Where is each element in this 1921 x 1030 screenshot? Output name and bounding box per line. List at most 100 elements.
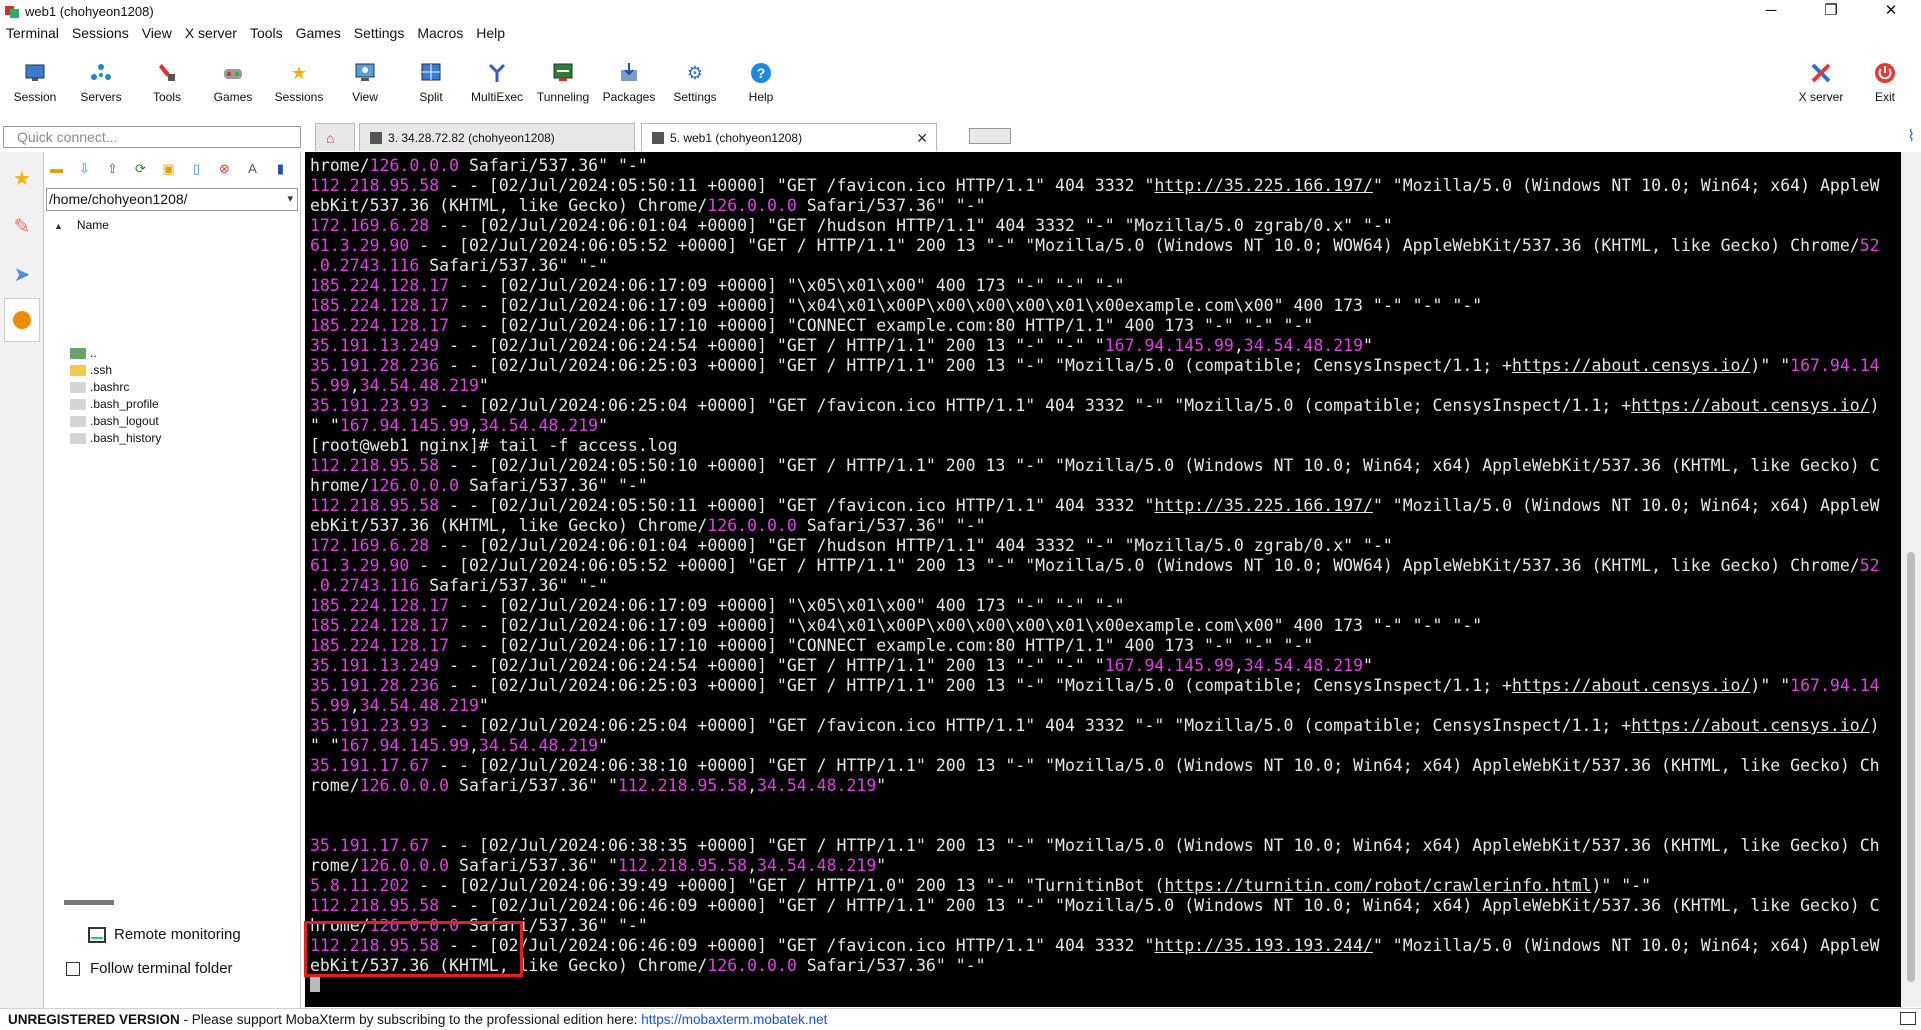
ip-address: 52 xyxy=(1859,556,1880,575)
file-item-bash-logout[interactable]: .bash_logout xyxy=(70,414,159,428)
terminal-tab-icon xyxy=(370,131,382,144)
menu-settings[interactable]: Settings xyxy=(354,25,405,41)
log-text: Safari/537.36" "-" xyxy=(796,516,986,535)
log-text: - - [02/Jul/2024:06:25:04 +0000] "GET /f… xyxy=(429,716,1632,735)
tab-session-5[interactable]: 5. web1 (chohyeon1208) ✕ xyxy=(641,123,937,151)
tab-bar: ⌂ 3. 34.28.72.82 (chohyeon1208) 5. web1 … xyxy=(305,122,1921,152)
sessions-button[interactable]: ★ Sessions xyxy=(266,62,332,112)
terminal-output: hrome/126.0.0.0 Safari/537.36" "-" 112.21… xyxy=(310,156,1880,976)
path-input[interactable]: /home/chohyeon1208/▾ xyxy=(46,188,298,211)
scrollbar-thumb[interactable] xyxy=(1907,552,1915,982)
log-text: - - [02/Jul/2024:06:05:52 +0000] "GET / … xyxy=(409,556,1860,575)
menu-macros[interactable]: Macros xyxy=(417,25,463,41)
url-link[interactable]: https://about.censys.io/ xyxy=(1631,396,1869,415)
file-item-bashrc[interactable]: .bashrc xyxy=(70,380,129,394)
restore-button[interactable]: ❐ xyxy=(1801,0,1861,22)
menu-sessions[interactable]: Sessions xyxy=(72,25,129,41)
settings-button[interactable]: ⚙ Settings xyxy=(662,62,728,112)
permissions-icon[interactable]: ▮ xyxy=(272,160,289,177)
menu-x-server[interactable]: X server xyxy=(185,25,237,41)
session-button[interactable]: Session xyxy=(2,62,68,112)
follow-terminal-checkbox[interactable] xyxy=(66,961,80,976)
tools-sidebar-icon[interactable]: ✎ xyxy=(4,204,40,248)
split-button[interactable]: Split xyxy=(398,62,464,112)
games-icon xyxy=(222,62,244,84)
terminal-line: 35.191.17.67 - - [02/Jul/2024:06:38:10 +… xyxy=(310,756,1880,776)
file-item-ssh[interactable]: .ssh xyxy=(70,363,112,377)
follow-terminal-folder[interactable]: Follow terminal folder xyxy=(66,960,233,977)
folder-icon xyxy=(70,364,86,376)
terminal-line: 172.169.6.28 - - [02/Jul/2024:06:01:04 +… xyxy=(310,216,1880,236)
view-button[interactable]: View xyxy=(332,62,398,112)
url-link[interactable]: http://35.225.166.197/ xyxy=(1154,176,1373,195)
ip-address: 35.191.23.93 xyxy=(310,716,430,735)
tools-button[interactable]: Tools xyxy=(134,62,200,112)
log-text: " xyxy=(598,416,609,435)
menu-help[interactable]: Help xyxy=(476,25,505,41)
file-item-parent[interactable]: .. xyxy=(70,346,97,360)
panel-splitter[interactable] xyxy=(64,900,114,905)
url-link[interactable]: https://about.censys.io/ xyxy=(1512,676,1750,695)
tunneling-button[interactable]: Tunneling xyxy=(530,62,596,112)
terminal-scrollbar[interactable] xyxy=(1901,152,1921,1007)
menu-tools[interactable]: Tools xyxy=(250,25,283,41)
close-window-button[interactable]: ✕ xyxy=(1861,0,1921,22)
multiexec-button[interactable]: MultiExec xyxy=(464,62,530,112)
file-icon xyxy=(70,398,86,410)
mobaxterm-link[interactable]: https://mobaxterm.mobatek.net xyxy=(641,1012,827,1027)
new-file-icon[interactable]: ▯ xyxy=(188,160,205,177)
rename-icon[interactable]: A xyxy=(244,160,261,177)
ip-address: 52 xyxy=(1859,236,1880,255)
collapse-icon[interactable]: ▲ xyxy=(54,221,63,231)
x-server-button[interactable]: X server xyxy=(1788,62,1854,112)
home-tab[interactable]: ⌂ xyxy=(315,123,355,151)
ip-address: 126.0.0.0 xyxy=(707,516,797,535)
url-link[interactable]: http://35.225.166.197/ xyxy=(1154,496,1373,515)
url-link[interactable]: https://about.censys.io/ xyxy=(1631,716,1869,735)
quick-connect-input[interactable]: Quick connect... xyxy=(3,126,301,148)
minimize-button[interactable]: ─ xyxy=(1741,0,1801,22)
x-server-icon xyxy=(1810,62,1832,84)
refresh-icon[interactable]: ⟳ xyxy=(132,160,149,177)
ip-address: 167.94.145.99 xyxy=(339,416,469,435)
star-icon[interactable]: ★ xyxy=(4,156,40,200)
ip-address: 34.54.48.219 xyxy=(359,376,479,395)
ip-address: 126.0.0.0 xyxy=(359,856,450,875)
ip-address: 61.3.29.90 xyxy=(310,236,410,255)
menu-view[interactable]: View xyxy=(142,25,172,41)
url-link[interactable]: http://35.193.193.244/ xyxy=(1154,936,1373,955)
log-text: " xyxy=(1363,336,1373,355)
close-tab-icon[interactable]: ✕ xyxy=(916,124,928,152)
menu-games[interactable]: Games xyxy=(296,25,341,41)
chevron-down-icon[interactable]: ▾ xyxy=(287,189,293,210)
attachment-icon[interactable]: ⌇ xyxy=(1907,126,1915,146)
url-link[interactable]: https://about.censys.io/ xyxy=(1512,356,1750,375)
file-item-bash-history[interactable]: .bash_history xyxy=(70,431,161,445)
packages-button[interactable]: Packages xyxy=(596,62,662,112)
send-icon[interactable]: ➤ xyxy=(4,252,40,296)
delete-icon[interactable]: ⊗ xyxy=(216,160,233,177)
ip-address: 35.191.28.236 xyxy=(310,676,440,695)
terminal-line: 5.99,34.54.48.219" xyxy=(310,376,1880,396)
servers-button[interactable]: Servers xyxy=(68,62,134,112)
remote-monitoring-button[interactable]: Remote monitoring xyxy=(88,926,241,943)
file-item-bash-profile[interactable]: .bash_profile xyxy=(70,397,159,411)
games-button[interactable]: Games xyxy=(200,62,266,112)
gear-icon: ⚙ xyxy=(686,62,704,83)
new-tab-button[interactable] xyxy=(969,128,1011,144)
url-link[interactable]: https://turnitin.com/robot/crawlerinfo.h… xyxy=(1164,876,1591,895)
status-message: - Please support MobaXterm by subscribin… xyxy=(179,1012,642,1027)
tab-session-3[interactable]: 3. 34.28.72.82 (chohyeon1208) xyxy=(359,123,635,151)
new-folder-icon[interactable]: ▣ xyxy=(160,160,177,177)
menu-terminal[interactable]: Terminal xyxy=(6,25,59,41)
help-button[interactable]: ? Help xyxy=(728,62,794,112)
upload-icon[interactable]: ⇧ xyxy=(104,160,121,177)
terminal-line: [root@web1 nginx]# tail -f access.log xyxy=(310,436,1880,456)
ip-address: 185.224.128.17 xyxy=(310,636,450,655)
terminal-view[interactable]: hrome/126.0.0.0 Safari/537.36" "-" 112.21… xyxy=(305,152,1901,1007)
folder-up-icon[interactable]: ▬ xyxy=(48,160,65,177)
sftp-sidebar-icon[interactable] xyxy=(4,298,40,342)
ip-address: 5.8.11.202 xyxy=(310,876,410,895)
exit-button[interactable]: Exit xyxy=(1852,62,1918,112)
download-icon[interactable]: ⇩ xyxy=(76,160,93,177)
